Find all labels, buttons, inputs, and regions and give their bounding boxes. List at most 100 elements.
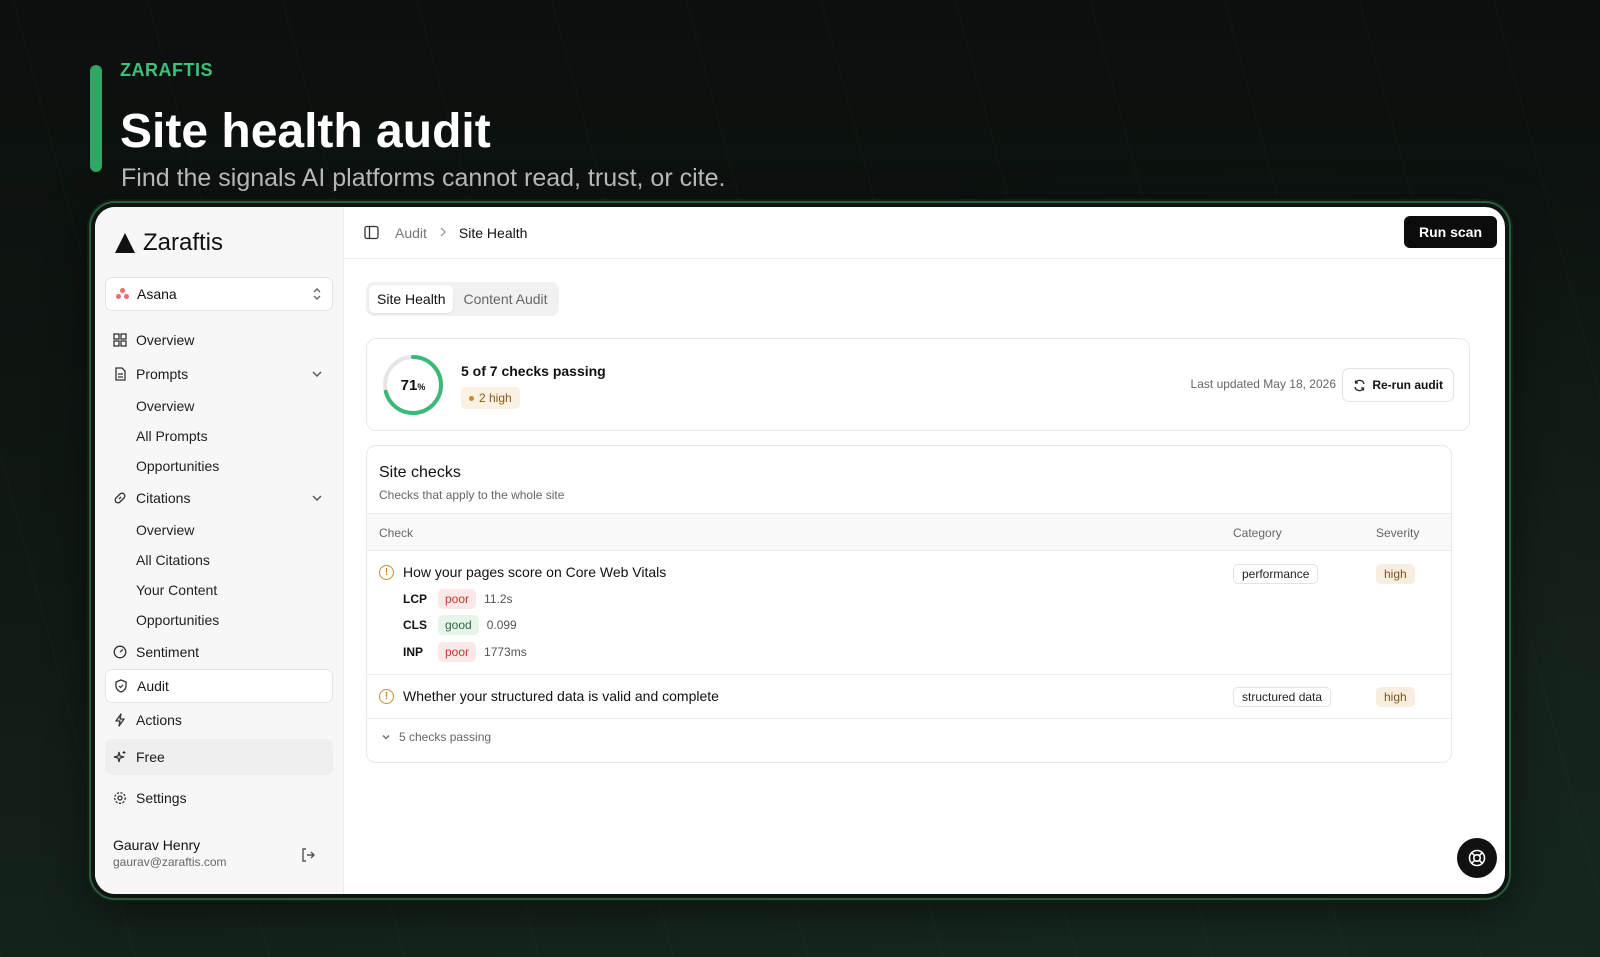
lightning-icon <box>113 713 127 727</box>
sidebar-item-label: Actions <box>136 712 182 728</box>
metric-value: 11.2s <box>484 592 513 606</box>
app-window: Zaraftis Asana Overview Prompts Overview… <box>89 201 1511 900</box>
high-severity-badge: 2 high <box>461 387 520 409</box>
score-label: 71% <box>381 353 445 417</box>
user-profile: Gaurav Henry gaurav@zaraftis.com <box>113 837 227 869</box>
dashboard-icon <box>113 333 127 347</box>
metric-value: 1773ms <box>484 645 527 659</box>
audit-tabs: Site Health Content Audit <box>366 282 559 316</box>
audit-summary-card: 71% 5 of 7 checks passing 2 high Last up… <box>366 338 1470 431</box>
sidebar-item-label: Free <box>136 749 165 765</box>
asana-logo-icon <box>116 288 129 300</box>
metric-name: LCP <box>403 592 427 606</box>
sidebar-item-audit[interactable]: Audit <box>105 669 333 703</box>
sidebar-subitem-your-content[interactable]: Your Content <box>105 575 333 605</box>
sidebar-item-settings[interactable]: Settings <box>105 781 333 815</box>
sidebar-subitem-citations-opportunities[interactable]: Opportunities <box>105 605 333 635</box>
hero-brand: ZARAFTIS <box>120 60 213 80</box>
user-email: gaurav@zaraftis.com <box>113 855 227 869</box>
rerun-audit-label: Re-run audit <box>1372 378 1443 392</box>
logout-icon[interactable] <box>300 847 316 868</box>
category-chip: structured data <box>1233 687 1332 707</box>
last-updated-text: Last updated May 18, 2026 <box>1190 377 1336 391</box>
sidebar-item-sentiment[interactable]: Sentiment <box>105 635 333 669</box>
table-row[interactable]: ! Whether your structured data is valid … <box>367 675 1451 719</box>
dot-icon <box>469 395 474 401</box>
sidebar-subitem-all-citations[interactable]: All Citations <box>105 545 333 575</box>
score-unit: % <box>417 382 426 392</box>
sidebar: Zaraftis Asana Overview Prompts Overview… <box>95 207 344 894</box>
gear-icon <box>113 791 127 805</box>
breadcrumb-audit[interactable]: Audit <box>395 225 427 241</box>
breadcrumb-site-health: Site Health <box>458 224 528 241</box>
sidebar-subitem-prompts-opportunities[interactable]: Opportunities <box>105 451 333 481</box>
help-button[interactable] <box>1457 838 1497 878</box>
sidebar-subitem-all-prompts[interactable]: All Prompts <box>105 421 333 451</box>
column-header-check: Check <box>379 526 414 540</box>
project-name: Asana <box>137 286 177 302</box>
sidebar-item-label: Overview <box>136 332 195 348</box>
sparkles-icon <box>113 750 127 764</box>
sidebar-subitem-citations-overview[interactable]: Overview <box>105 515 333 545</box>
table-row[interactable]: ! How your pages score on Core Web Vital… <box>367 551 1451 675</box>
rerun-audit-button[interactable]: Re-run audit <box>1342 368 1454 402</box>
logo[interactable]: Zaraftis <box>115 229 223 257</box>
chevron-down-icon <box>381 732 391 742</box>
metric-lcp: LCP poor 11.2s <box>403 589 513 609</box>
sidebar-item-actions[interactable]: Actions <box>105 703 333 737</box>
high-badge-label: 2 high <box>479 391 512 405</box>
metric-name: INP <box>403 645 424 659</box>
chevron-down-icon <box>311 491 323 507</box>
document-icon <box>113 367 127 381</box>
sidebar-item-free-plan[interactable]: Free <box>105 739 333 775</box>
passing-checks-label: 5 checks passing <box>399 730 492 744</box>
chevron-right-icon <box>439 226 447 240</box>
sidebar-item-label: Citations <box>136 490 191 506</box>
warning-icon: ! <box>379 565 394 580</box>
score-value: 71 <box>400 376 418 394</box>
sidebar-item-label: Prompts <box>136 366 189 382</box>
check-title: Whether your structured data is valid an… <box>403 688 719 704</box>
metric-value: 0.099 <box>486 618 517 632</box>
sidebar-item-citations[interactable]: Citations <box>105 481 333 515</box>
severity-chip: high <box>1376 687 1415 707</box>
table-header: Check Category Severity <box>367 513 1451 551</box>
hero-title: Site health audit <box>120 105 491 158</box>
site-checks-subtitle: Checks that apply to the whole site <box>379 488 565 502</box>
checks-passing-text: 5 of 7 checks passing <box>461 363 606 379</box>
chevron-up-down-icon <box>312 287 322 302</box>
gauge-icon <box>113 645 127 659</box>
severity-chip: high <box>1376 564 1415 584</box>
metric-cls: CLS good 0.099 <box>403 615 517 635</box>
hero-subtitle: Find the signals AI platforms cannot rea… <box>121 164 726 192</box>
sidebar-subitem-prompts-overview[interactable]: Overview <box>105 391 333 421</box>
sidebar-toggle-icon[interactable] <box>364 225 379 240</box>
tab-content-audit[interactable]: Content Audit <box>455 285 555 313</box>
passing-checks-toggle[interactable]: 5 checks passing <box>381 730 491 744</box>
site-checks-title: Site checks <box>379 464 461 481</box>
shield-check-icon <box>114 679 128 693</box>
user-name: Gaurav Henry <box>113 837 201 853</box>
topbar: Audit Site Health <box>344 207 1505 259</box>
tab-site-health[interactable]: Site Health <box>369 285 454 313</box>
chevron-down-icon <box>311 367 323 383</box>
metric-name: CLS <box>403 618 427 632</box>
app-frame: Zaraftis Asana Overview Prompts Overview… <box>95 207 1505 894</box>
sidebar-item-prompts[interactable]: Prompts <box>105 357 333 391</box>
sidebar-nav: Overview Prompts Overview All Prompts Op… <box>105 323 333 815</box>
metric-status-badge: good <box>438 615 479 635</box>
main-content: Audit Site Health Run scan Site Health C… <box>344 207 1505 894</box>
sidebar-item-label: Settings <box>136 790 187 806</box>
logo-text: Zaraftis <box>143 229 224 256</box>
sidebar-item-overview[interactable]: Overview <box>105 323 333 357</box>
run-scan-button[interactable]: Run scan <box>1403 216 1497 248</box>
metric-status-badge: poor <box>438 642 477 662</box>
column-header-severity: Severity <box>1376 526 1420 540</box>
sidebar-item-label: Audit <box>137 678 169 694</box>
refresh-icon <box>1353 379 1366 392</box>
metric-status-badge: poor <box>438 589 477 609</box>
metric-inp: INP poor 1773ms <box>403 642 527 662</box>
project-selector[interactable]: Asana <box>105 277 333 311</box>
column-header-category: Category <box>1233 526 1282 540</box>
logo-mark-icon <box>115 233 135 253</box>
